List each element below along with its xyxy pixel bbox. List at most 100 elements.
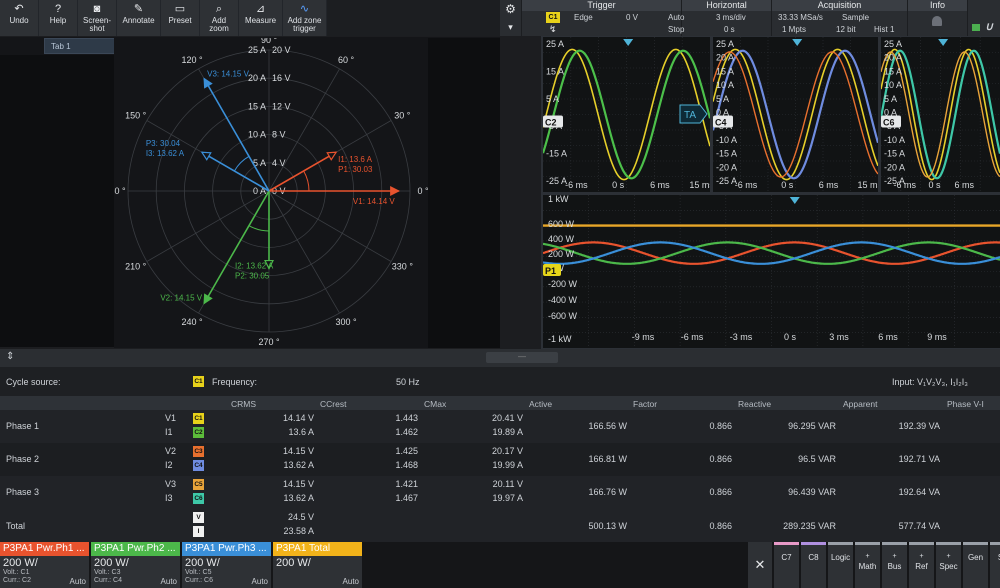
reactive-value: 96.5 VAR <box>798 454 836 464</box>
gear-icon[interactable]: ⚙ <box>500 2 521 16</box>
y-tick-label: -15 A <box>716 149 737 159</box>
x-tick-label: 0 s <box>784 332 797 342</box>
scope-top-2[interactable]: 25 A20 A15 A10 A5 A0 A-5 A-10 A-15 A-20 … <box>711 37 883 192</box>
x-tick-label: 0 s <box>781 180 794 190</box>
input-label: Input: V₁V₂V₃, I₁I₂I₃ <box>892 377 968 387</box>
channel-badge[interactable]: C2 <box>193 427 204 438</box>
cmax-value: 20.17 V <box>491 446 523 456</box>
pen-icon: ✎ <box>133 3 144 15</box>
measure-label: Measure <box>244 16 277 25</box>
ccrest-value: 1.462 <box>395 427 418 437</box>
y-tick-label: 25 A <box>546 39 564 49</box>
splitter-grip[interactable]: — <box>486 352 558 363</box>
cycle-source-badge[interactable]: C1 <box>193 376 204 387</box>
scope-top-1[interactable]: 25 A15 A5 A-5 A-15 A-25 A-6 ms0 s6 ms15 … <box>541 37 714 192</box>
add-c7-button[interactable]: C7 <box>774 542 800 588</box>
toolbar: ↶ Undo ? Help ◙ Screen-shot ✎ Annotate ▭ Pres… <box>0 0 500 36</box>
angle-label: 30 ° <box>394 111 411 121</box>
close-icon[interactable]: ✕ <box>748 542 772 588</box>
x-tick-label: 0 s <box>929 180 942 190</box>
annotate-button[interactable]: ✎ Annotate <box>117 0 161 36</box>
cmax-value: 19.99 A <box>492 460 523 470</box>
cycle-source-label: Cycle source: <box>6 377 61 387</box>
add-spec-button[interactable]: + Spec <box>936 542 962 588</box>
angle-label: 60 ° <box>338 55 355 65</box>
add-zone-trigger-button[interactable]: ∿ Add zone trigger <box>283 0 327 36</box>
table-row-total[interactable]: Total V 24.5 V I 23.58 A 500.13 W 0.866 289.235… <box>0 509 1000 542</box>
annotate-label: Annotate <box>122 16 155 25</box>
ccrest-value: 1.421 <box>395 479 418 489</box>
apparent-value: 192.64 VA <box>898 487 940 497</box>
settings-cell[interactable]: ⚙ ▾ <box>500 0 522 36</box>
table-row[interactable]: Phase 2 V2 C3 14.15 V 1.425 20.17 V I2 C4 13.62 … <box>0 443 1000 476</box>
y-tick-label: -25 A <box>546 176 567 186</box>
add-c8-button[interactable]: C8 <box>801 542 827 588</box>
acquisition-panel[interactable]: Acquisition 33.33 MSa/s Sample 1 Mpts 12… <box>772 0 908 36</box>
phasor-diagram[interactable]: 90 ° 60 ° 30 ° 0 ° 330 ° 300 ° 270 ° 240 ° 210 °… <box>104 35 429 348</box>
power-signal-tile[interactable]: P3PA1 Pwr.Ph1 ... 200 W/Volt.: C1 Curr.: C… <box>0 542 90 588</box>
ta-tag: TA <box>684 110 696 121</box>
table-row[interactable]: Phase 3 V3 C5 14.15 V 1.421 20.11 V I3 C6 13.62 … <box>0 476 1000 509</box>
channel-badge[interactable]: C3 <box>193 446 204 457</box>
x-tick-label: 3 ms <box>829 332 849 342</box>
phase-name: Phase 2 <box>6 454 40 464</box>
add-zoom-button[interactable]: ⌕ Add zoom <box>200 0 239 36</box>
channel-badge[interactable]: C5 <box>193 479 204 490</box>
x-tick-label: -6 ms <box>735 180 758 190</box>
dropdown-icon[interactable]: ▾ <box>500 22 521 33</box>
y-tick-label: 600 W <box>548 219 575 229</box>
add-bus-button[interactable]: + Bus <box>882 542 908 588</box>
add-logic-button[interactable]: Logic <box>828 542 854 588</box>
undo-button[interactable]: ↶ Undo <box>0 0 39 36</box>
channel-badge[interactable]: C4 <box>193 460 204 471</box>
crms-value: 14.14 V <box>282 413 314 423</box>
col-cmax: CMax <box>424 399 447 409</box>
add-ref-button[interactable]: + Ref <box>909 542 935 588</box>
add-math-button[interactable]: + Math <box>855 542 881 588</box>
power-signal-tile[interactable]: P3PA1 Total 200 W/Auto <box>273 542 363 588</box>
help-button[interactable]: ? Help <box>39 0 78 36</box>
trigger-panel[interactable]: Trigger C1 ↯ Edge 0 V Auto Stop <box>522 0 684 36</box>
active-value: 500.13 W <box>588 521 627 531</box>
add-gen-button[interactable]: Gen <box>963 542 989 588</box>
acq-mode: Sample <box>842 13 870 22</box>
screenshot-button[interactable]: ◙ Screen-shot <box>78 0 117 36</box>
power-signal-tile[interactable]: P3PA1 Pwr.Ph2 ... 200 W/Volt.: C3 Curr.: C… <box>91 542 181 588</box>
channel-badge[interactable]: C1 <box>193 413 204 424</box>
rising-edge-icon: ↯ <box>549 24 557 34</box>
button-color-strip <box>855 542 880 545</box>
scope-top-3[interactable]: 25 A20 A15 A10 A5 A0 A-5 A-10 A-15 A-20 … <box>879 37 1000 192</box>
y-tick-label: 5 A <box>716 94 729 104</box>
horizontal-panel[interactable]: Horizontal 3 ms/div 0 s <box>682 0 772 36</box>
info-panel[interactable]: Info <box>908 0 968 36</box>
power-signal-tile[interactable]: P3PA1 Pwr.Ph3 ... 200 W/Volt.: C5 Curr.: C… <box>182 542 272 588</box>
button-color-strip <box>963 542 988 545</box>
channel-tag: C4 <box>715 118 727 128</box>
scope-power[interactable]: 1 kW600 W400 W200 W0 W-200 W-400 W-600 W… <box>542 194 1000 348</box>
col-factor: Factor <box>633 399 658 409</box>
preset-icon: ▭ <box>174 3 186 15</box>
table-row[interactable]: Phase 1 V1 C1 14.14 V 1.443 20.41 V I1 C2 13.6 A… <box>0 410 1000 443</box>
factor-value: 0.866 <box>709 487 732 497</box>
x-tick-label: -6 ms <box>681 332 704 342</box>
add-sc-button[interactable]: Sc <box>990 542 1000 588</box>
x-tick-label: 9 ms <box>927 332 947 342</box>
factor-value: 0.866 <box>709 521 732 531</box>
radial-volt-label: 8 V <box>272 130 286 140</box>
channel-tag: C2 <box>545 118 557 128</box>
power-label-1: P1: 30.03 <box>338 165 373 174</box>
left-empty-area <box>0 55 114 347</box>
crms-value: 13.62 A <box>283 493 314 503</box>
channel-badge[interactable]: C6 <box>193 493 204 504</box>
button-color-strip <box>774 542 799 545</box>
resize-updown-icon[interactable]: ⇕ <box>6 351 14 362</box>
button-label: Logic <box>830 553 851 562</box>
active-value: 166.76 W <box>588 487 627 497</box>
measure-button[interactable]: ⊿ Measure <box>239 0 283 36</box>
preset-button[interactable]: ▭ Preset <box>161 0 200 36</box>
voltage-label-1: V1: 14.14 V <box>353 197 395 206</box>
horizontal-title: Horizontal <box>682 0 771 11</box>
tile-scale: 200 W/ <box>3 557 38 569</box>
col-phase-vi: Phase V-I <box>947 399 984 409</box>
angle-label: 240 ° <box>181 317 203 327</box>
